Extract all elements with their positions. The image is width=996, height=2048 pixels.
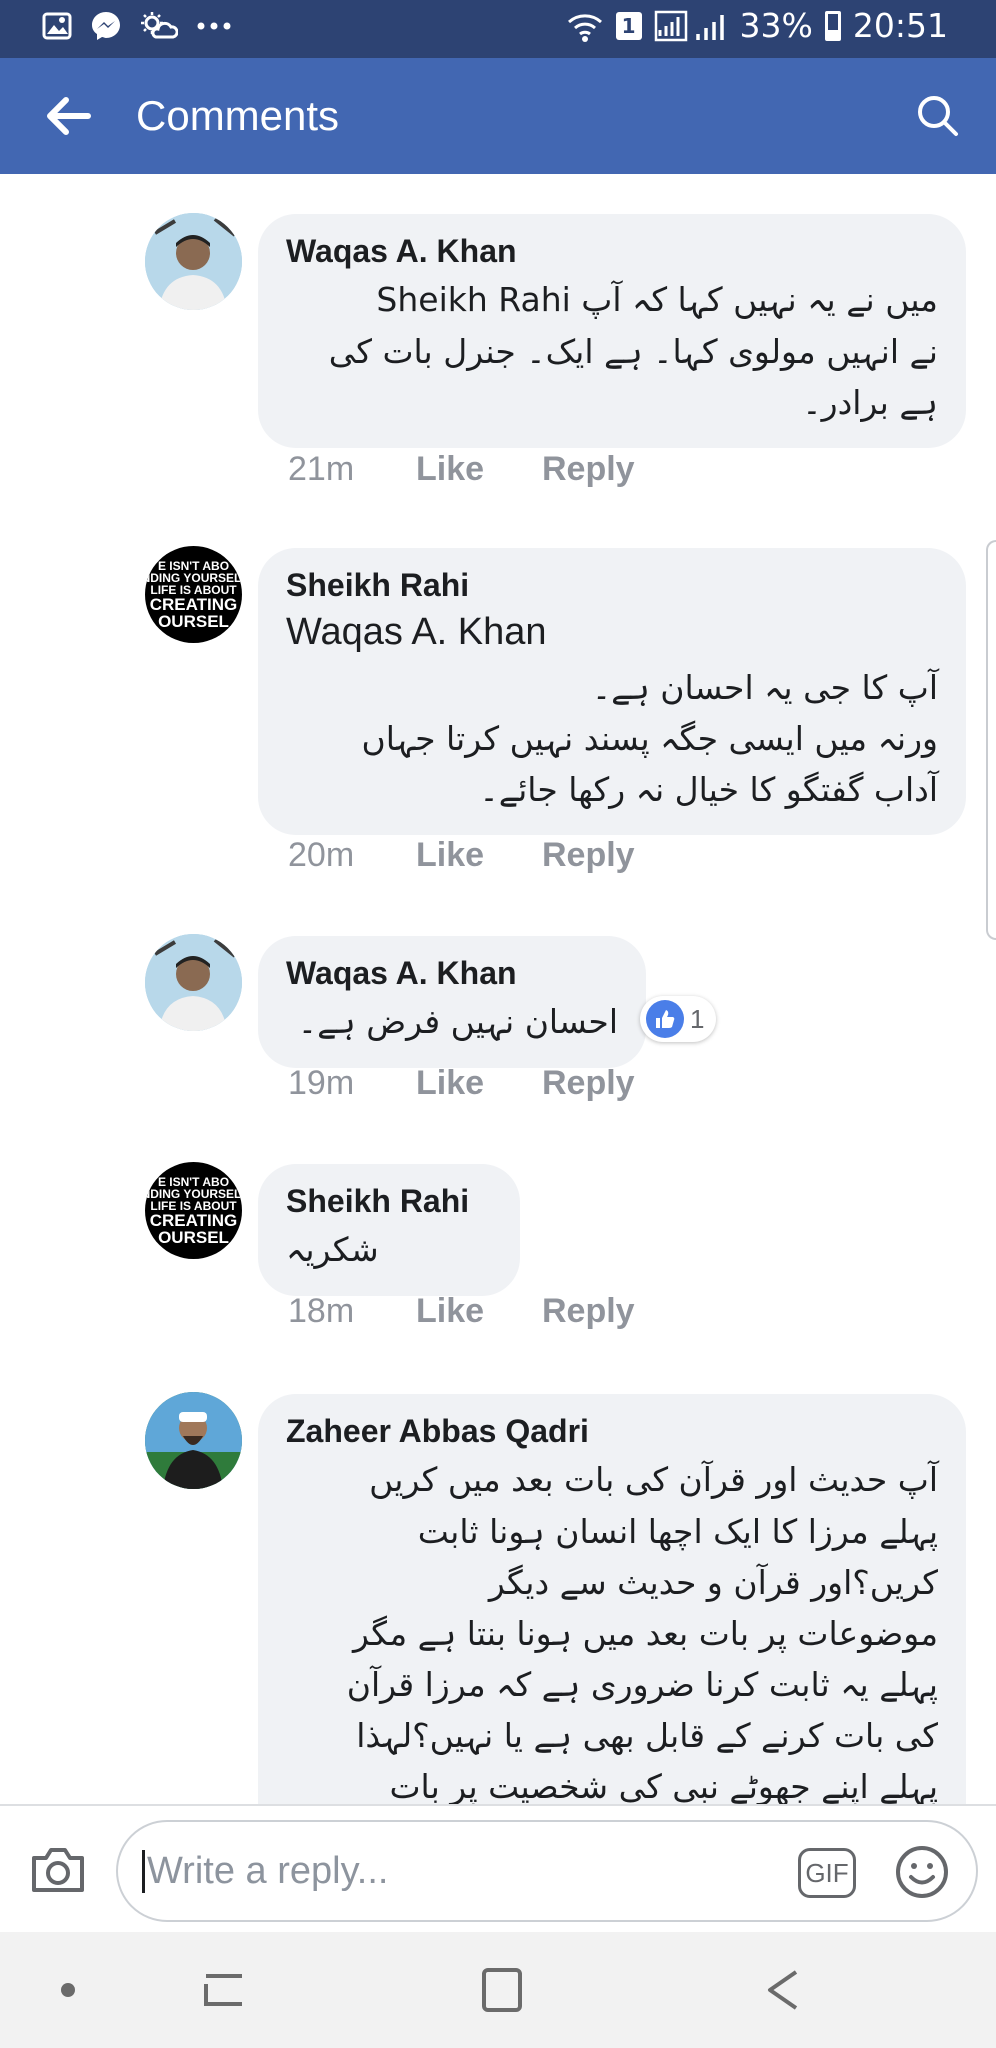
like-button[interactable]: Like bbox=[416, 1292, 542, 1331]
status-notification-icons bbox=[42, 10, 232, 42]
reply-input[interactable]: Write a reply... GIF bbox=[116, 1820, 978, 1922]
avatar-text: LIFE IS ABOUT bbox=[150, 1198, 237, 1213]
wifi-icon bbox=[567, 13, 602, 42]
reply-button[interactable]: Reply bbox=[542, 450, 635, 489]
reply-button[interactable]: Reply bbox=[542, 836, 635, 875]
comment-time: 21m bbox=[288, 450, 355, 488]
signal-icon bbox=[654, 10, 724, 41]
person-avatar-icon bbox=[145, 934, 242, 1031]
comment-bubble[interactable]: Sheikh Rahi شکریہ bbox=[258, 1164, 520, 1296]
comment-text: احسان نہیں فرض ہے۔ bbox=[297, 1002, 618, 1042]
comments-feed[interactable]: Waqas A. Khan میں نے یہ نہیں کہا کہ آپ S… bbox=[0, 174, 996, 1804]
comment-actions: 21m Like Reply bbox=[288, 450, 635, 489]
gallery-icon bbox=[42, 12, 72, 40]
like-button[interactable]: Like bbox=[416, 836, 542, 875]
reaction-count[interactable]: 1 bbox=[640, 996, 717, 1042]
comment-bubble[interactable]: Waqas A. Khan میں نے یہ نہیں کہا کہ آپ S… bbox=[258, 214, 966, 448]
reply-composer: Write a reply... GIF bbox=[0, 1804, 996, 1932]
avatar-text: E ISN'T ABO bbox=[157, 1174, 230, 1189]
avatar-text: LIFE IS ABOUT bbox=[150, 582, 237, 597]
gif-button[interactable]: GIF bbox=[798, 1848, 856, 1898]
search-icon[interactable] bbox=[910, 88, 966, 144]
reaction-number: 1 bbox=[690, 1003, 705, 1034]
recent-apps-icon[interactable] bbox=[194, 1964, 254, 2016]
avatar-text: INDING YOURSELF bbox=[145, 1186, 242, 1201]
system-nav-bar bbox=[0, 1932, 996, 2048]
app-header: Comments bbox=[0, 58, 996, 174]
more-dots-icon bbox=[197, 22, 231, 30]
avatar-text: E ISN'T ABO bbox=[157, 558, 230, 573]
person-avatar-icon bbox=[145, 1392, 242, 1489]
scroll-handle[interactable] bbox=[986, 540, 996, 940]
avatar-text: INDING YOURSELF bbox=[145, 570, 242, 585]
sim-badge: 1 bbox=[615, 11, 642, 40]
avatar-text: CREATING bbox=[149, 1210, 238, 1230]
comment-text: آپ کا جی یہ احسان ہے۔ ورنہ میں ایسی جگہ … bbox=[361, 667, 938, 810]
status-bar: 1 33% 20:51 bbox=[0, 0, 996, 58]
camera-icon[interactable] bbox=[28, 1840, 88, 1900]
dot-icon[interactable] bbox=[38, 1964, 98, 2016]
comment-author[interactable]: Waqas A. Khan bbox=[286, 232, 938, 270]
comment-bubble[interactable]: Waqas A. Khan احسان نہیں فرض ہے۔ bbox=[258, 936, 646, 1068]
avatar-sheikh-rahi[interactable]: E ISN'T ABO INDING YOURSELF LIFE IS ABOU… bbox=[145, 546, 242, 643]
reply-button[interactable]: Reply bbox=[542, 1292, 635, 1331]
back-arrow-icon[interactable] bbox=[40, 88, 96, 144]
back-icon[interactable] bbox=[752, 1964, 812, 2016]
home-icon[interactable] bbox=[472, 1964, 532, 2016]
reply-button[interactable]: Reply bbox=[542, 1064, 635, 1103]
avatar-zaheer[interactable] bbox=[145, 1392, 242, 1489]
like-button[interactable]: Like bbox=[416, 1064, 542, 1103]
status-system-icons: 1 33% 20:51 bbox=[566, 6, 948, 45]
battery-icon bbox=[824, 10, 841, 41]
comment-author[interactable]: Sheikh Rahi bbox=[286, 566, 938, 604]
mention-link[interactable]: Waqas A. Khan bbox=[286, 608, 938, 657]
comment-text: میں نے یہ نہیں کہا کہ آپ Sheikh Rahi نے … bbox=[328, 280, 938, 422]
comment-time: 19m bbox=[288, 1064, 355, 1102]
comment-time: 20m bbox=[288, 836, 355, 874]
avatar-text: OURSEL bbox=[158, 1227, 229, 1247]
avatar-text: CREATING bbox=[149, 594, 238, 614]
clock: 20:51 bbox=[852, 6, 948, 45]
emoji-icon[interactable] bbox=[894, 1844, 950, 1900]
messenger-icon bbox=[92, 12, 120, 40]
weather-icon bbox=[141, 12, 178, 39]
comment-author[interactable]: Sheikh Rahi bbox=[286, 1182, 492, 1220]
comment-actions: 20m Like Reply bbox=[288, 836, 635, 875]
like-button[interactable]: Like bbox=[416, 450, 542, 489]
comment-actions: 18m Like Reply bbox=[288, 1292, 635, 1331]
comment-author[interactable]: Waqas A. Khan bbox=[286, 954, 618, 992]
comment-author[interactable]: Zaheer Abbas Qadri bbox=[286, 1412, 938, 1450]
comment-actions: 19m Like Reply bbox=[288, 1064, 635, 1103]
avatar-sheikh-rahi[interactable]: E ISN'T ABO INDING YOURSELF LIFE IS ABOU… bbox=[145, 1162, 242, 1259]
thumbs-up-icon bbox=[646, 1000, 684, 1038]
avatar-text: OURSEL bbox=[158, 611, 229, 631]
person-avatar-icon bbox=[145, 213, 242, 310]
battery-percent: 33% bbox=[739, 6, 813, 45]
page-title: Comments bbox=[136, 92, 340, 139]
comment-time: 18m bbox=[288, 1292, 355, 1330]
comment-bubble[interactable]: Zaheer Abbas Qadri آپ حدیث اور قرآن کی ب… bbox=[258, 1394, 966, 1804]
comment-bubble[interactable]: Sheikh Rahi Waqas A. Khan آپ کا جی یہ اح… bbox=[258, 548, 966, 836]
reply-placeholder[interactable]: Write a reply... bbox=[142, 1850, 388, 1893]
comment-text: شکریہ bbox=[286, 1230, 379, 1270]
avatar-waqas[interactable] bbox=[145, 934, 242, 1031]
comment-text: آپ حدیث اور قرآن کی بات بعد میں کریں پہل… bbox=[346, 1460, 938, 1804]
avatar-waqas[interactable] bbox=[145, 213, 242, 310]
